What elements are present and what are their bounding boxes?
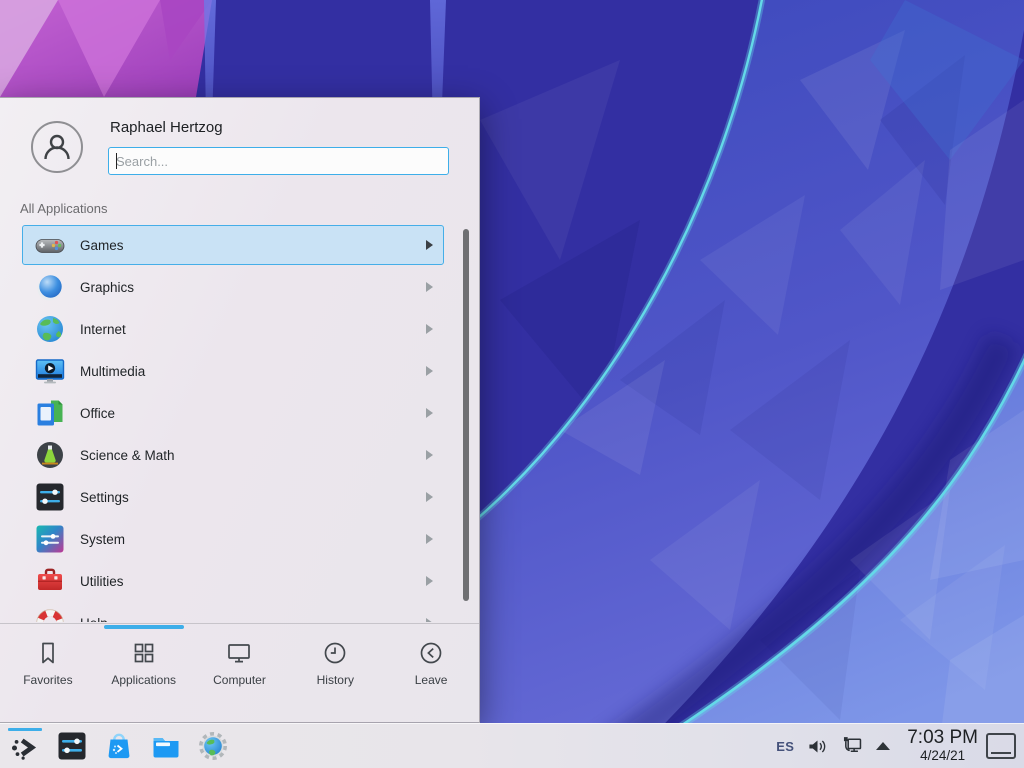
text-caret bbox=[116, 153, 117, 169]
games-icon bbox=[34, 229, 66, 261]
internet-icon bbox=[34, 313, 66, 345]
web-browser-icon bbox=[197, 730, 229, 762]
submenu-arrow-icon bbox=[426, 324, 433, 334]
web-browser-task-button[interactable] bbox=[196, 729, 230, 763]
submenu-arrow-icon bbox=[426, 492, 433, 502]
system-settings-task-button[interactable] bbox=[55, 729, 89, 763]
submenu-arrow-icon bbox=[426, 282, 433, 292]
expand-tray-icon[interactable] bbox=[876, 742, 890, 750]
system-tray: ES 7:03 PM 4/24/21 bbox=[776, 728, 986, 763]
multimedia-icon bbox=[34, 355, 66, 387]
graphics-icon bbox=[34, 271, 66, 303]
search-input[interactable] bbox=[108, 147, 449, 175]
menu-item-help[interactable]: Help bbox=[22, 603, 444, 622]
menu-item-settings[interactable]: Settings bbox=[22, 477, 444, 517]
utilities-icon bbox=[34, 565, 66, 597]
tab-computer[interactable]: Computer bbox=[192, 624, 288, 722]
active-tab-indicator bbox=[104, 625, 184, 629]
file-manager-task-button[interactable] bbox=[149, 729, 183, 763]
menu-item-system[interactable]: System bbox=[22, 519, 444, 559]
section-label: All Applications bbox=[20, 201, 107, 216]
discover-task-button[interactable] bbox=[102, 729, 136, 763]
network-icon[interactable] bbox=[841, 735, 863, 757]
help-icon bbox=[34, 607, 66, 622]
tab-applications[interactable]: Applications bbox=[96, 624, 192, 722]
submenu-arrow-icon bbox=[426, 576, 433, 586]
submenu-arrow-icon bbox=[426, 534, 433, 544]
show-desktop-button[interactable] bbox=[986, 733, 1016, 759]
discover-icon bbox=[103, 730, 135, 762]
menu-item-science-math[interactable]: Science & Math bbox=[22, 435, 444, 475]
active-launcher-indicator bbox=[8, 728, 42, 731]
application-launcher-popup: Raphael Hertzog All Applications Games bbox=[0, 97, 480, 723]
user-avatar[interactable] bbox=[31, 121, 83, 173]
application-launcher-button[interactable] bbox=[8, 731, 42, 765]
digital-clock[interactable]: 7:03 PM 4/24/21 bbox=[907, 728, 978, 763]
leave-icon bbox=[418, 640, 444, 666]
list-scrollbar[interactable] bbox=[463, 229, 469, 601]
submenu-arrow-icon bbox=[426, 408, 433, 418]
system-icon bbox=[34, 523, 66, 555]
application-category-list: Games Graphics Internet bbox=[0, 219, 462, 622]
launcher-header: Raphael Hertzog bbox=[0, 98, 479, 198]
desktop: { "launcher": { "user_name": "Raphael He… bbox=[0, 0, 1024, 768]
tab-leave[interactable]: Leave bbox=[383, 624, 479, 722]
application-launcher-icon bbox=[10, 733, 40, 763]
menu-item-internet[interactable]: Internet bbox=[22, 309, 444, 349]
menu-item-office[interactable]: Office bbox=[22, 393, 444, 433]
history-icon bbox=[322, 640, 348, 666]
launcher-tab-bar: Favorites Applications Computer His bbox=[0, 623, 479, 722]
taskbar-panel: ES 7:03 PM 4/24/21 bbox=[0, 723, 1024, 768]
favorites-icon bbox=[35, 640, 61, 666]
applications-icon bbox=[131, 640, 157, 666]
submenu-arrow-icon bbox=[426, 366, 433, 376]
keyboard-layout-indicator[interactable]: ES bbox=[776, 739, 794, 754]
clock-date: 4/24/21 bbox=[920, 749, 965, 764]
user-name: Raphael Hertzog bbox=[110, 119, 223, 136]
volume-icon[interactable] bbox=[807, 736, 828, 757]
menu-item-games[interactable]: Games bbox=[22, 225, 444, 265]
system-settings-icon bbox=[56, 730, 88, 762]
menu-item-multimedia[interactable]: Multimedia bbox=[22, 351, 444, 391]
clock-time: 7:03 PM bbox=[907, 728, 978, 749]
science-icon bbox=[34, 439, 66, 471]
computer-icon bbox=[226, 640, 252, 666]
tab-history[interactable]: History bbox=[287, 624, 383, 722]
submenu-arrow-icon bbox=[426, 240, 433, 250]
submenu-arrow-icon bbox=[426, 618, 433, 622]
tab-favorites[interactable]: Favorites bbox=[0, 624, 96, 722]
menu-item-graphics[interactable]: Graphics bbox=[22, 267, 444, 307]
user-icon bbox=[40, 130, 74, 164]
submenu-arrow-icon bbox=[426, 450, 433, 460]
file-manager-icon bbox=[150, 730, 182, 762]
settings-icon bbox=[34, 481, 66, 513]
menu-item-utilities[interactable]: Utilities bbox=[22, 561, 444, 601]
office-icon bbox=[34, 397, 66, 429]
